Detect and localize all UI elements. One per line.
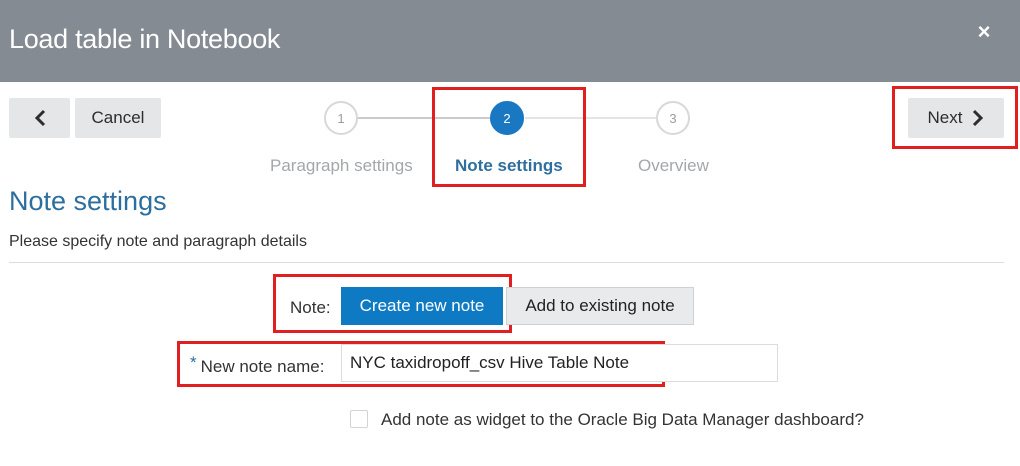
step-2-indicator: 2 (490, 101, 524, 135)
next-button[interactable]: Next (908, 98, 1004, 138)
widget-checkbox-label: Add note as widget to the Oracle Big Dat… (381, 410, 864, 429)
section-subtitle: Please specify note and paragraph detail… (9, 233, 307, 250)
back-button[interactable] (9, 98, 70, 138)
widget-checkbox[interactable] (350, 410, 368, 428)
step-1-label: Paragraph settings (270, 156, 413, 175)
step-1-indicator: 1 (324, 101, 358, 135)
new-note-name-input[interactable] (341, 344, 778, 382)
step-3-label: Overview (638, 156, 709, 175)
step-3-indicator: 3 (656, 101, 690, 135)
new-note-name-label-text: New note name: (200, 357, 325, 376)
dialog-title: Load table in Notebook (9, 24, 281, 54)
step-connector (358, 117, 490, 119)
dialog-titlebar: Load table in Notebook × (0, 0, 1020, 82)
note-label: Note: (290, 298, 331, 317)
chevron-right-icon (973, 109, 984, 127)
divider (9, 262, 1004, 263)
cancel-button[interactable]: Cancel (75, 98, 161, 138)
close-icon[interactable]: × (972, 20, 996, 44)
step-connector (525, 117, 656, 119)
chevron-left-icon (34, 109, 45, 127)
step-2-label: Note settings (455, 156, 563, 175)
add-to-existing-note-button[interactable]: Add to existing note (506, 287, 694, 325)
create-new-note-button[interactable]: Create new note (341, 287, 503, 325)
next-button-label: Next (927, 108, 963, 127)
new-note-name-label: * New note name: (190, 353, 325, 377)
section-title: Note settings (9, 186, 167, 216)
required-marker: * (190, 353, 197, 372)
